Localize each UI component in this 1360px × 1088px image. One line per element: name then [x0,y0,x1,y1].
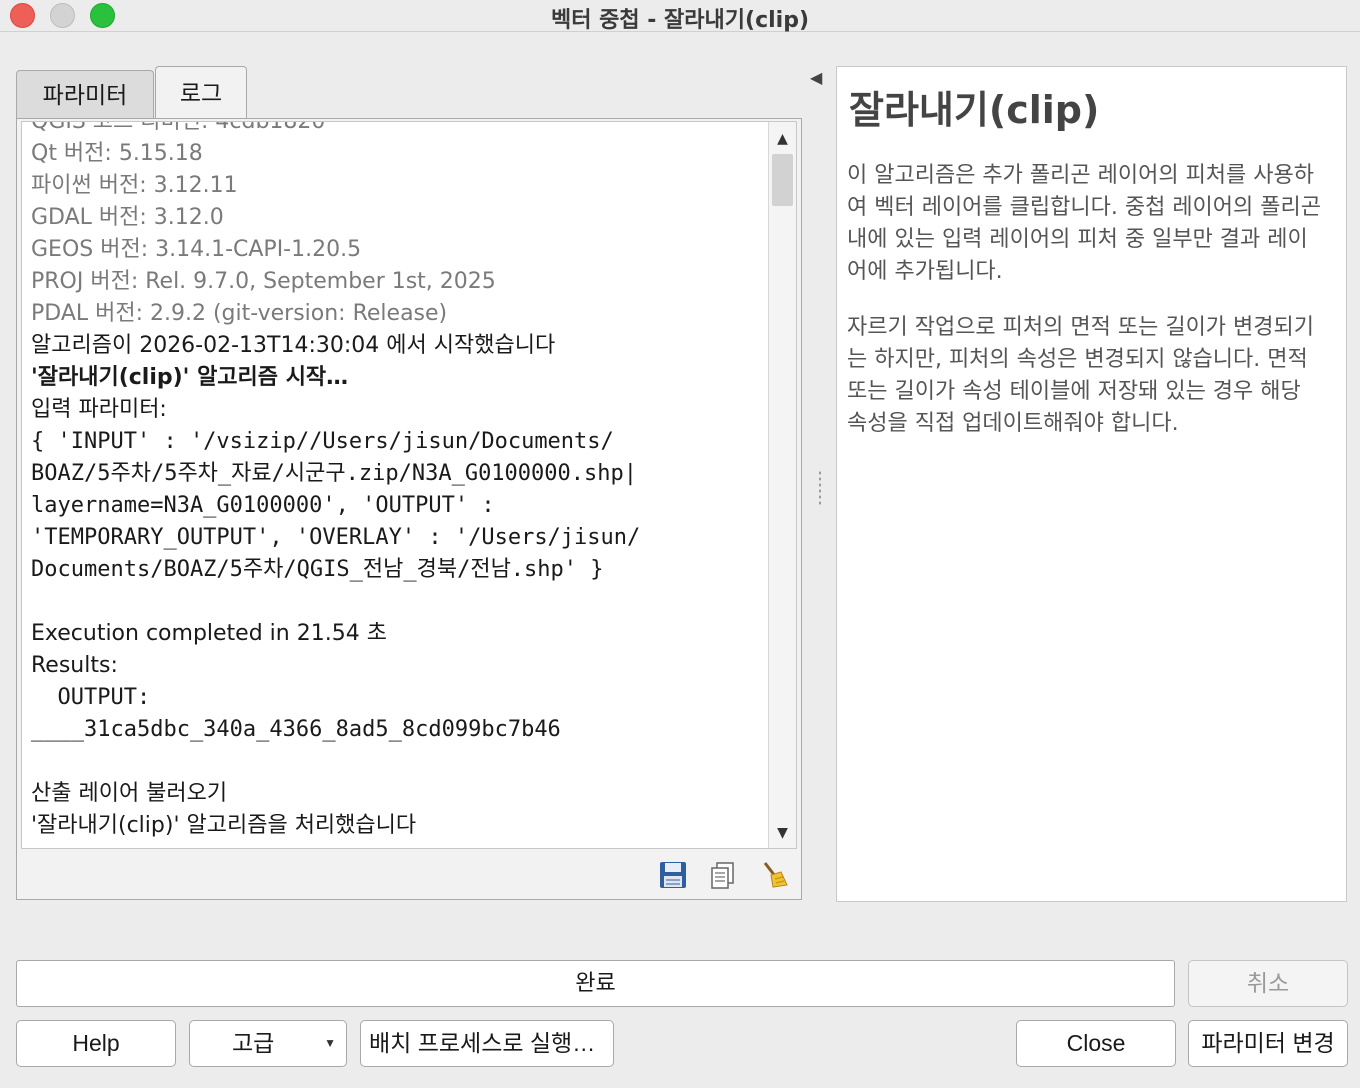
log-scrollbar[interactable]: ▲ ▼ [768,122,796,848]
run-batch-button[interactable]: 배치 프로세스로 실행… [360,1020,614,1067]
log-content: QGIS 코드 리비전: 4cdb1820 Qt 버전: 5.15.18 파이썬… [31,121,771,842]
log-panel: QGIS 코드 리비전: 4cdb1820 Qt 버전: 5.15.18 파이썬… [16,118,802,900]
copy-log-icon[interactable] [707,859,739,891]
save-log-icon[interactable] [657,859,689,891]
log-line-loading: 산출 레이어 불러오기 [31,781,228,806]
help-paragraph: 자르기 작업으로 피처의 면적 또는 길이가 변경되기는 하지만, 피처의 속성… [847,315,1315,436]
log-line-params: 'TEMPORARY_OUTPUT', 'OVERLAY' : '/Users/… [31,525,641,550]
tab-log[interactable]: 로그 [155,66,247,120]
log-line: GEOS 버전: 3.14.1-CAPI-1.20.5 [31,237,362,262]
log-blank-line [31,586,771,618]
help-title: 잘라내기(clip) [849,88,1100,132]
advanced-dropdown-button[interactable]: 고급 ▼ [189,1020,347,1067]
window-title: 벡터 중첩 - 잘라내기(clip) [550,8,809,33]
panel-splitter-handle[interactable] [818,470,822,506]
scroll-down-arrow-icon[interactable]: ▼ [769,820,796,846]
log-line-params: { 'INPUT' : '/vsizip//Users/jisun/Docume… [31,429,614,454]
chevron-down-icon: ▼ [324,1036,336,1050]
progress-bar: 완료 [16,960,1175,1007]
log-line-output-value: ____31ca5dbc_340a_4366_8ad5_8cd099bc7b46 [31,717,561,742]
change-parameters-button[interactable]: 파라미터 변경 [1188,1020,1348,1067]
log-line: Qt 버전: 5.15.18 [31,141,203,166]
log-line-output-key: OUTPUT: [31,685,151,710]
cancel-button[interactable]: 취소 [1188,960,1348,1007]
log-line-algorithm-start: '잘라내기(clip)' 알고리즘 시작… [31,365,349,390]
close-button[interactable]: Close [1016,1020,1176,1067]
log-line-params: Documents/BOAZ/5주차/QGIS_전남_경북/전남.shp' } [31,557,604,582]
clear-log-icon[interactable] [759,859,791,891]
log-line-input-params-label: 입력 파라미터: [31,397,167,422]
log-line: 파이썬 버전: 3.12.11 [31,173,238,198]
log-line: PDAL 버전: 2.9.2 (git-version: Release) [31,301,448,326]
help-paragraph: 이 알고리즘은 추가 폴리곤 레이어의 피처를 사용하여 벡터 레이어를 클립합… [847,163,1321,284]
log-line: QGIS 코드 리비전: 4cdb1820 [31,121,326,134]
log-line-results-label: Results: [31,653,118,678]
tab-parameters[interactable]: 파라미터 [16,70,154,118]
log-line-started: 알고리즘이 2026-02-13T14:30:04 에서 시작했습니다 [31,333,556,358]
log-line-params: BOAZ/5주차/5주차_자료/시군구.zip/N3A_G0100000.shp… [31,461,638,486]
scrollbar-thumb[interactable] [772,154,793,206]
collapse-help-arrow-icon[interactable]: ◀ [810,68,822,87]
log-line-params: layername=N3A_G0100000', 'OUTPUT' : [31,493,495,518]
log-text-area[interactable]: QGIS 코드 리비전: 4cdb1820 Qt 버전: 5.15.18 파이썬… [21,121,797,849]
scroll-up-arrow-icon[interactable]: ▲ [769,126,796,152]
log-line: GDAL 버전: 3.12.0 [31,205,224,230]
title-bar: 벡터 중첩 - 잘라내기(clip) [0,0,1360,33]
log-line-execution: Execution completed in 21.54 초 [31,621,387,646]
advanced-button-label: 고급 [232,1030,275,1056]
log-line-processed: '잘라내기(clip)' 알고리즘을 처리했습니다 [31,813,417,838]
help-panel: 잘라내기(clip) 이 알고리즘은 추가 폴리곤 레이어의 피처를 사용하여 … [836,66,1347,902]
help-button[interactable]: Help [16,1020,176,1067]
log-line: PROJ 버전: Rel. 9.7.0, September 1st, 2025 [31,269,496,294]
log-blank-line [31,746,771,778]
